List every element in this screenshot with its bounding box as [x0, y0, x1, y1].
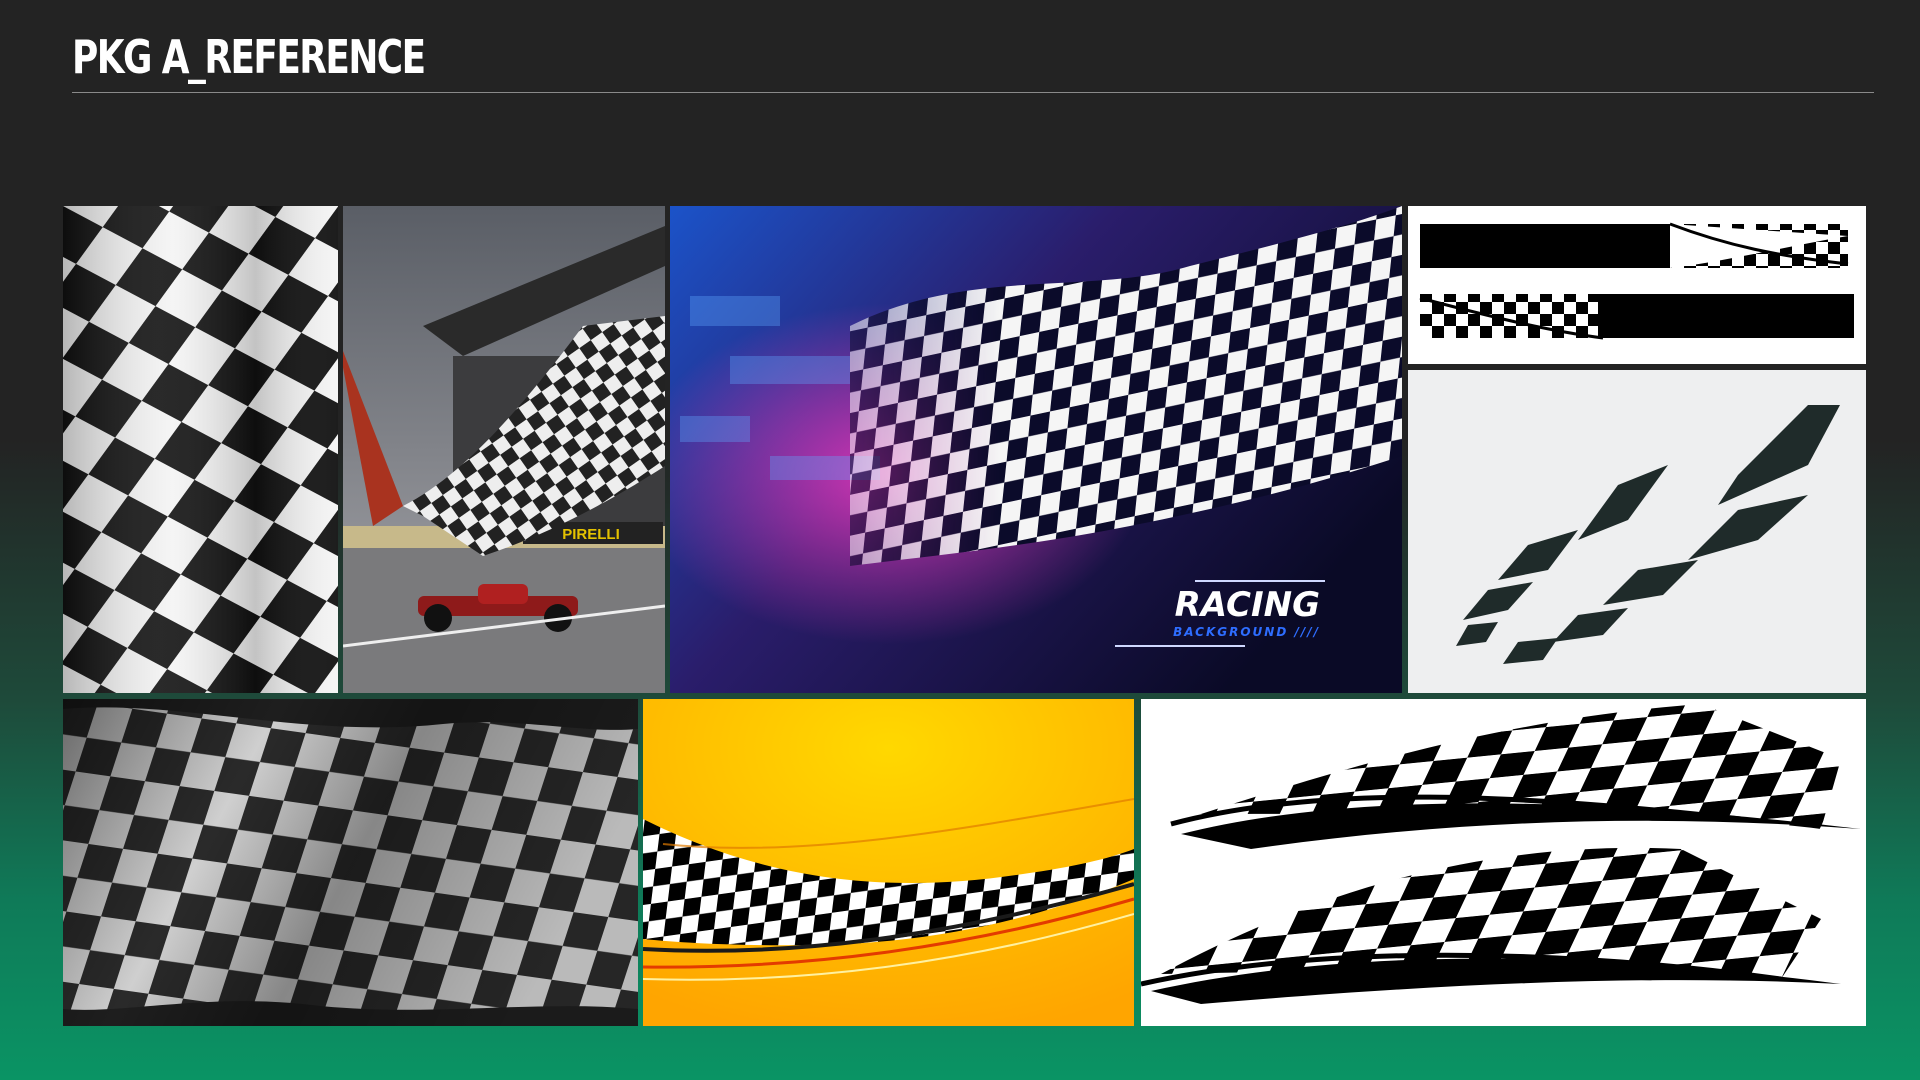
image-yellow-checkered-swoosh	[643, 699, 1134, 1026]
racing-subline: BACKGROUND ////	[1173, 625, 1320, 639]
checkered-flag-closeup-icon	[63, 206, 338, 693]
image-checkered-swoosh-logo	[1408, 370, 1866, 693]
image-checkered-stripe-decal	[1408, 206, 1866, 364]
pirelli-banner: PIRELLI	[562, 526, 620, 543]
image-grey-textured-flag	[63, 699, 638, 1026]
yellow-checkered-swoosh-icon	[643, 699, 1134, 1026]
checkered-stripe-decal-icon	[1419, 222, 1854, 340]
flag-waved-over-race-car-icon: PIRELLI	[343, 206, 665, 693]
checkered-swoosh-logo-icon	[1456, 405, 1840, 664]
image-flag-over-race-car: PIRELLI	[343, 206, 665, 693]
image-racing-background: RACING BACKGROUND ////	[670, 206, 1402, 693]
image-checkered-flag-decals	[1141, 699, 1866, 1026]
checkered-flag-decals-icon	[1141, 704, 1861, 1004]
title-divider	[72, 92, 1874, 93]
image-checkered-flag-closeup	[63, 206, 338, 693]
racing-headline: RACING	[1175, 585, 1320, 625]
page-title: PKG A_REFERENCE	[72, 30, 426, 84]
racing-background-icon: RACING BACKGROUND ////	[670, 206, 1402, 693]
grey-textured-checkered-flag-icon	[63, 699, 638, 1026]
